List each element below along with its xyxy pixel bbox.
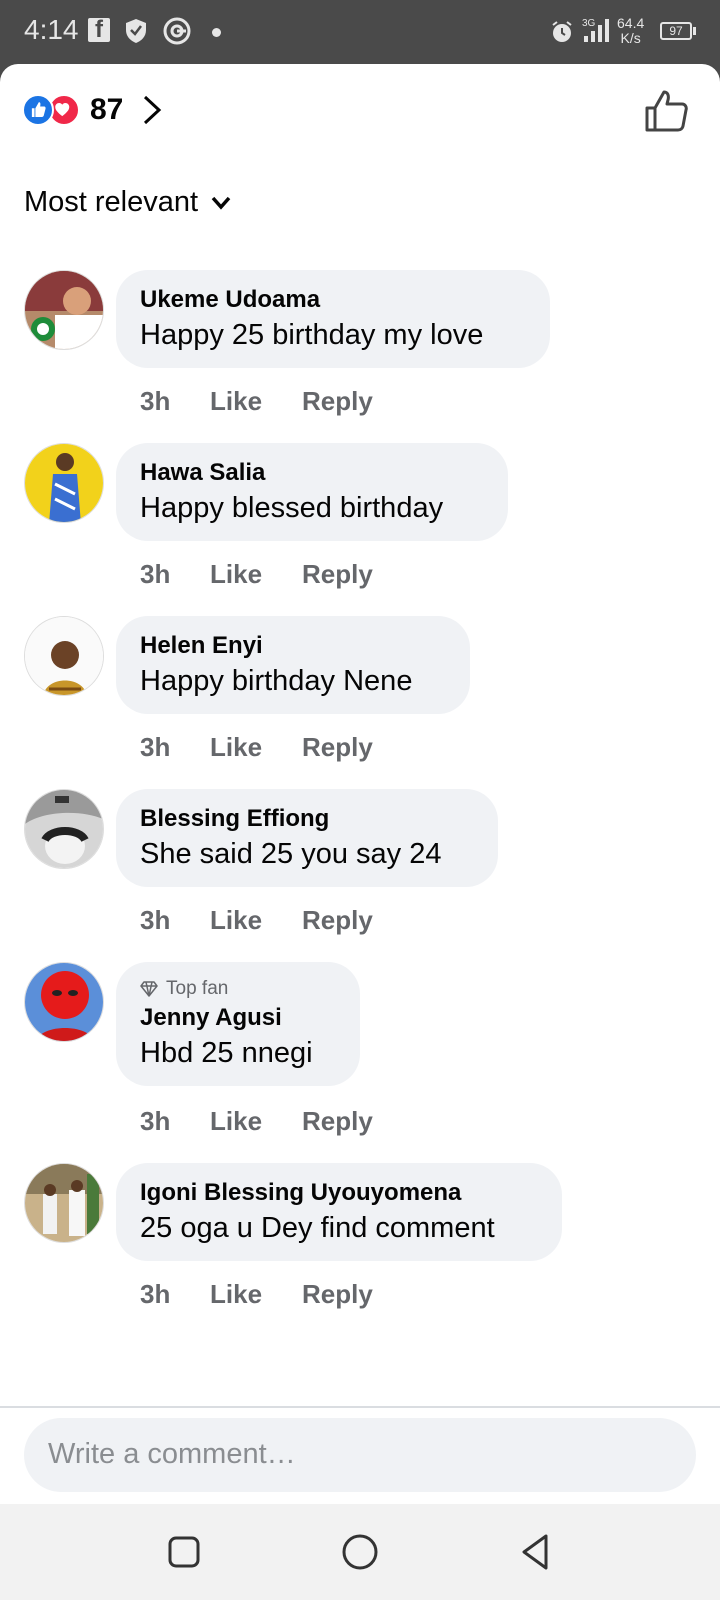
reply-button[interactable]: Reply (302, 559, 373, 590)
top-fan-badge: Top fan (140, 976, 336, 1002)
reply-button[interactable]: Reply (302, 386, 373, 417)
comment-input[interactable]: Write a comment… (24, 1418, 696, 1492)
comment-bubble[interactable]: Igoni Blessing Uyouyomena 25 oga u Dey f… (116, 1163, 562, 1261)
like-button[interactable]: Like (210, 732, 302, 763)
reaction-count: 87 (90, 93, 124, 126)
home-circle-icon[interactable] (340, 1532, 380, 1572)
comment-bubble[interactable]: Top fan Jenny Agusi Hbd 25 nnegi (116, 962, 360, 1086)
comment-text: Happy birthday Nene (140, 665, 413, 697)
comment-text: She said 25 you say 24 (140, 838, 442, 870)
status-time: 4:14 (24, 14, 79, 45)
avatar[interactable] (24, 962, 104, 1042)
chevron-right-icon (144, 95, 162, 125)
like-button[interactable]: Like (210, 386, 302, 417)
comment-time[interactable]: 3h (140, 559, 210, 590)
comment-actions: 3h Like Reply (140, 1279, 373, 1310)
avatar[interactable] (24, 443, 104, 523)
top-fan-label: Top fan (166, 978, 229, 999)
reply-button[interactable]: Reply (302, 905, 373, 936)
comment-text: 25 oga u Dey find comment (140, 1212, 495, 1244)
alarm-icon (552, 21, 572, 42)
avatar[interactable] (24, 1163, 104, 1243)
battery-icon: 97 (660, 22, 696, 40)
comments-sheet: 87 Most relevant Ukeme Udoama Happy 25 b… (0, 64, 720, 1504)
comment-actions: 3h Like Reply (140, 732, 373, 763)
status-bar: 4:14 3G 64.4 K/s 97 (0, 0, 720, 64)
comment-time[interactable]: 3h (140, 386, 210, 417)
dot-icon (212, 28, 221, 37)
comment-actions: 3h Like Reply (140, 386, 373, 417)
recents-square-icon[interactable] (164, 1532, 204, 1572)
shield-icon (126, 19, 146, 43)
facebook-icon (88, 16, 110, 44)
reply-button[interactable]: Reply (302, 732, 373, 763)
like-button[interactable]: Like (210, 1106, 302, 1137)
comment-time[interactable]: 3h (140, 1106, 210, 1137)
chevron-down-icon (211, 196, 231, 210)
avatar[interactable] (24, 789, 104, 869)
like-reaction-icon (22, 94, 54, 126)
network-speed-value: 64.4 (617, 15, 645, 31)
comment-bubble[interactable]: Hawa Salia Happy blessed birthday (116, 443, 508, 541)
comment-bubble[interactable]: Helen Enyi Happy birthday Nene (116, 616, 470, 714)
comment-author[interactable]: Igoni Blessing Uyouyomena (140, 1177, 538, 1209)
comment-time[interactable]: 3h (140, 732, 210, 763)
sort-dropdown[interactable]: Most relevant (24, 186, 232, 219)
reply-button[interactable]: Reply (302, 1279, 373, 1310)
comment-actions: 3h Like Reply (140, 1106, 373, 1137)
comment-text: Hbd 25 nnegi (140, 1037, 313, 1069)
comment-text: Happy blessed birthday (140, 492, 444, 524)
comment-author[interactable]: Jenny Agusi (140, 1002, 336, 1034)
network-type-label: 3G (582, 18, 596, 29)
avatar[interactable] (24, 616, 104, 696)
comment-time[interactable]: 3h (140, 1279, 210, 1310)
back-triangle-icon[interactable] (516, 1532, 556, 1572)
comment-author[interactable]: Blessing Effiong (140, 803, 474, 835)
comment-actions: 3h Like Reply (140, 559, 373, 590)
comment-bubble[interactable]: Blessing Effiong She said 25 you say 24 (116, 789, 498, 887)
signal-icon: 3G (582, 18, 609, 42)
comment-actions: 3h Like Reply (140, 905, 373, 936)
network-speed: 64.4 K/s (617, 16, 644, 46)
comment-text: Happy 25 birthday my love (140, 319, 484, 351)
g-app-icon (163, 17, 191, 45)
battery-level: 97 (660, 22, 692, 40)
comment-author[interactable]: Ukeme Udoama (140, 284, 526, 316)
like-button[interactable]: Like (210, 1279, 302, 1310)
thumbs-up-icon[interactable] (644, 88, 690, 134)
comment-author[interactable]: Helen Enyi (140, 630, 446, 662)
avatar[interactable] (24, 270, 104, 350)
navigation-bar (0, 1504, 720, 1600)
diamond-icon (140, 981, 158, 997)
like-button[interactable]: Like (210, 559, 302, 590)
reply-button[interactable]: Reply (302, 1106, 373, 1137)
sort-label: Most relevant (24, 186, 199, 218)
comment-bubble[interactable]: Ukeme Udoama Happy 25 birthday my love (116, 270, 550, 368)
reactions-summary[interactable]: 87 (22, 92, 163, 128)
comment-time[interactable]: 3h (140, 905, 210, 936)
composer-divider (0, 1406, 720, 1408)
network-speed-unit: K/s (620, 30, 641, 46)
like-button[interactable]: Like (210, 905, 302, 936)
comment-author[interactable]: Hawa Salia (140, 457, 484, 489)
